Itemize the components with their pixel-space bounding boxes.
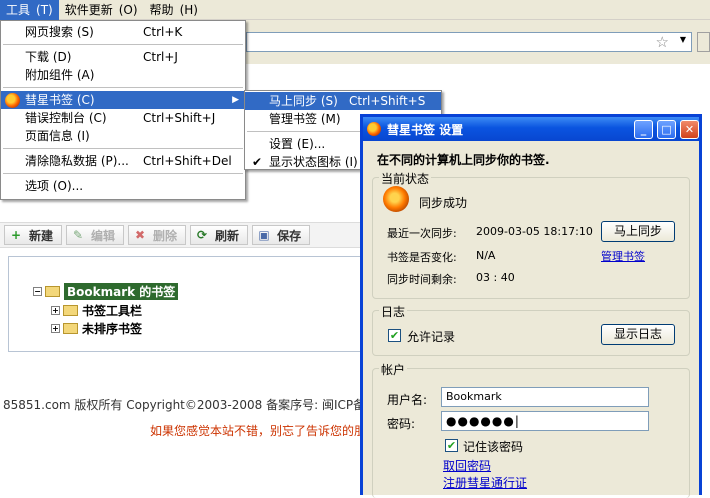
tree-root-label[interactable]: Bookmark 的书签: [64, 283, 179, 300]
toolbar-edge-button[interactable]: [697, 32, 710, 52]
refresh-button[interactable]: ⟳ 刷新: [190, 225, 249, 245]
save-button[interactable]: ▣ 保存: [252, 225, 311, 245]
password-label: 密码:: [387, 417, 416, 431]
minimize-button[interactable]: _: [634, 120, 653, 139]
dropdown-arrow-icon[interactable]: ▼: [680, 35, 686, 44]
menu-item-downloads[interactable]: 下载 (D) Ctrl+J: [1, 48, 245, 66]
status-group: 当前状态 同步成功 最近一次同步: 2009-03-05 18:17:10 书签…: [372, 170, 690, 299]
pencil-icon: ✎: [72, 228, 84, 242]
comet-settings-dialog: 彗星书签 设置 _ □ ✕ 在不同的计算机上同步你的书签. 当前状态 同步成功 …: [360, 114, 702, 498]
menu-help[interactable]: 帮助 (H): [144, 0, 204, 20]
sync-status-text: 同步成功: [419, 196, 468, 210]
delete-x-icon: ✖: [135, 228, 146, 242]
expand-icon[interactable]: +: [51, 324, 60, 333]
menu-item-web-search[interactable]: 网页搜索 (S) Ctrl+K: [1, 23, 245, 41]
dialog-heading: 在不同的计算机上同步你的书签.: [377, 153, 550, 167]
checkmark-icon: ✔: [252, 155, 263, 169]
bookmark-tree: − Bookmark 的书签 + 书签工具栏 + 未排序书签: [8, 256, 380, 352]
account-group: 帐户 用户名: Bookmark 密码: ●●●●●●| ✔ 记住该密码 取回密…: [372, 361, 690, 498]
comet-logo-icon: [5, 93, 20, 108]
new-button[interactable]: + 新建: [4, 225, 63, 245]
tree-root[interactable]: − Bookmark 的书签: [33, 283, 179, 300]
menu-tools[interactable]: 工具 (T): [0, 0, 59, 20]
allow-log-label: 允许记录: [407, 330, 456, 344]
remaining-value: 03 : 40: [476, 271, 515, 284]
menu-item-error-console[interactable]: 错误控制台 (C) Ctrl+Shift+J: [1, 109, 245, 127]
menu-item-clear-private-data[interactable]: 清除隐私数据 (P)... Ctrl+Shift+Del: [1, 152, 245, 170]
password-input[interactable]: ●●●●●●|: [441, 411, 649, 431]
collapse-icon[interactable]: −: [33, 287, 42, 296]
retrieve-password-link[interactable]: 取回密码: [443, 457, 491, 474]
folder-icon: [45, 286, 60, 297]
changed-value: N/A: [476, 249, 496, 262]
menu-separator: [3, 148, 243, 149]
maximize-button[interactable]: □: [657, 120, 676, 139]
dialog-title: 彗星书签 设置: [387, 122, 464, 137]
tree-item-label[interactable]: 书签工具栏: [82, 302, 142, 319]
menu-item-addons[interactable]: 附加组件 (A): [1, 66, 245, 84]
copyright-text: 85851.com 版权所有 Copyright©2003-2008 备案序号:…: [3, 398, 389, 412]
folder-icon: [63, 323, 78, 334]
last-sync-label: 最近一次同步:: [387, 227, 457, 240]
menu-separator: [3, 87, 243, 88]
folder-icon: [63, 305, 78, 316]
allow-log-checkbox[interactable]: ✔: [388, 329, 401, 342]
tree-item-label[interactable]: 未排序书签: [82, 320, 142, 337]
show-log-button[interactable]: 显示日志: [601, 324, 675, 345]
tools-menu: 网页搜索 (S) Ctrl+K 下载 (D) Ctrl+J 附加组件 (A) 彗星书…: [0, 20, 246, 200]
account-group-title: 帐户: [379, 361, 408, 378]
remember-password-checkbox[interactable]: ✔: [445, 439, 458, 452]
menu-item-page-info[interactable]: 页面信息 (I): [1, 127, 245, 145]
log-group-title: 日志: [379, 303, 408, 320]
submenu-arrow-icon: ▶: [232, 95, 239, 105]
refresh-icon: ⟳: [197, 228, 208, 242]
status-group-title: 当前状态: [379, 170, 432, 187]
footer-message[interactable]: 如果您感觉本站不错，别忘了告诉您的朋: [150, 422, 366, 439]
plus-icon: +: [10, 228, 22, 242]
tree-item-unsorted[interactable]: + 未排序书签: [51, 320, 142, 337]
expand-icon[interactable]: +: [51, 306, 60, 315]
log-group: 日志 ✔ 允许记录 显示日志: [372, 303, 690, 356]
menu-separator: [3, 173, 243, 174]
bookmark-star-icon[interactable]: ☆: [656, 33, 669, 51]
sync-now-button[interactable]: 马上同步: [601, 221, 675, 242]
close-button[interactable]: ✕: [680, 120, 699, 139]
menu-item-sync-now[interactable]: 马上同步 (S) Ctrl+Shift+S: [245, 92, 441, 110]
menu-software-update[interactable]: 软件更新 (O): [59, 0, 144, 20]
remaining-label: 同步时间剩余:: [387, 273, 457, 286]
username-label: 用户名:: [387, 393, 428, 407]
last-sync-value: 2009-03-05 18:17:10: [476, 225, 593, 238]
menu-item-comet-bookmarks[interactable]: 彗星书签 (C) ▶: [1, 91, 245, 109]
address-bar[interactable]: ☆ ▼: [246, 32, 692, 52]
register-link[interactable]: 注册彗星通行证: [443, 474, 527, 491]
menu-item-options[interactable]: 选项 (O)...: [1, 177, 245, 195]
comet-logo-icon: [367, 122, 381, 136]
menu-separator: [3, 44, 243, 45]
bookmark-toolbar: + 新建 ✎ 编辑 ✖ 删除 ⟳ 刷新 ▣ 保存: [0, 222, 380, 248]
remember-password-label: 记住该密码: [463, 440, 524, 454]
tree-item-toolbar[interactable]: + 书签工具栏: [51, 302, 142, 319]
changed-label: 书签是否变化:: [387, 251, 457, 264]
menu-bar: 工具 (T) 软件更新 (O) 帮助 (H): [0, 0, 710, 20]
delete-button[interactable]: ✖ 删除: [128, 225, 187, 245]
edit-button[interactable]: ✎ 编辑: [66, 225, 125, 245]
comet-status-logo-icon: [383, 186, 409, 212]
save-icon: ▣: [258, 228, 270, 242]
username-input[interactable]: Bookmark: [441, 387, 649, 407]
dialog-titlebar[interactable]: 彗星书签 设置 _ □ ✕: [363, 117, 699, 141]
manage-bookmarks-link[interactable]: 管理书签: [601, 248, 645, 264]
